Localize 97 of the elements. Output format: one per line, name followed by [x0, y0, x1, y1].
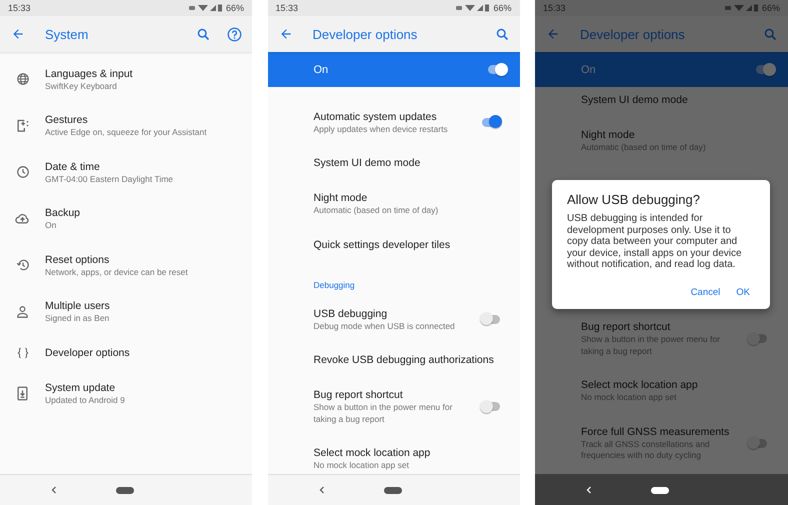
setting-summary: Automatic (based on time of day) — [314, 205, 440, 216]
toggle-switch[interactable] — [482, 118, 500, 127]
setting-title: Reset options — [45, 252, 110, 266]
setting-summary: No mock location app set — [314, 460, 410, 472]
setting-title: Developer options — [45, 346, 131, 360]
back-arrow-icon[interactable] — [11, 27, 25, 41]
screen-title: System — [45, 26, 90, 42]
setting-title: Languages & input — [45, 66, 134, 80]
toggle-switch[interactable] — [756, 65, 774, 74]
setting-title: Bug report shortcut — [581, 320, 672, 334]
setting-summary: Apply updates when device restarts — [314, 124, 449, 135]
setting-title: Revoke USB debugging authorizations — [314, 353, 495, 367]
setting-summary: Updated to Android 9 — [45, 394, 126, 406]
battery-level: 66% — [493, 3, 512, 13]
history-icon — [16, 258, 30, 272]
dialog-message: USB debugging is intended for development purposes only. Use it to copy data between your computer and your device, install apps on your device without notification, and read log data. — [567, 213, 743, 270]
toggle-switch[interactable] — [749, 334, 767, 343]
setting-title: System update — [45, 380, 116, 394]
section-header: Debugging — [312, 279, 356, 292]
home-button[interactable] — [651, 486, 669, 494]
back-chevron-icon[interactable] — [318, 486, 326, 494]
setting-summary: Active Edge on, squeeze for your Assistant — [45, 127, 208, 138]
settings-item[interactable]: Backup On — [0, 196, 252, 242]
back-chevron-icon[interactable] — [50, 486, 58, 494]
setting-title: Bug report shortcut — [314, 388, 404, 402]
settings-item[interactable]: Developer options — [0, 335, 252, 370]
toggle-switch[interactable] — [482, 314, 500, 324]
setting-title: Backup — [45, 206, 82, 220]
setting-title: Night mode — [314, 191, 368, 205]
settings-item[interactable]: Reset options Network, apps, or device can be reset — [0, 242, 252, 288]
settings-item[interactable]: Select mock location app No mock location app set — [268, 436, 520, 474]
setting-summary: GMT-04:00 Eastern Daylight Time — [45, 174, 174, 185]
toggle-switch[interactable] — [488, 65, 506, 74]
search-icon[interactable] — [763, 26, 778, 42]
setting-title: Select mock location app — [581, 378, 699, 392]
status-icons — [188, 4, 223, 12]
settings-item[interactable]: Automatic system updates Apply updates when device restarts — [268, 99, 520, 146]
settings-item[interactable]: Multiple users Signed in as Ben — [0, 288, 252, 335]
clock-icon — [16, 165, 30, 180]
settings-item[interactable]: System UI demo mode — [268, 146, 520, 180]
dialog-button[interactable]: Cancel — [684, 284, 726, 301]
status-icons — [724, 4, 759, 12]
setting-title: Select mock location app — [314, 446, 432, 460]
settings-item[interactable]: Gestures Active Edge on, squeeze for your Assistant — [0, 102, 252, 149]
toggle-switch[interactable] — [482, 402, 500, 411]
phone-sparkle-icon — [15, 118, 30, 134]
globe-icon — [16, 72, 30, 86]
settings-item[interactable]: Languages & input SwiftKey Keyboard — [0, 56, 252, 102]
setting-summary: Signed in as Ben — [45, 313, 110, 324]
search-icon[interactable] — [196, 26, 211, 42]
status-time: 15:33 — [8, 3, 31, 13]
setting-title: System UI demo mode — [314, 156, 422, 170]
battery-level: 66% — [226, 3, 244, 13]
home-button[interactable] — [384, 486, 402, 494]
status-time: 15:33 — [276, 3, 298, 13]
setting-title: Multiple users — [45, 299, 111, 313]
settings-item[interactable]: Quick settings developer tiles — [268, 227, 520, 262]
setting-title: USB debugging — [314, 306, 388, 320]
setting-title: System UI demo mode — [581, 92, 689, 106]
setting-title: Night mode — [581, 128, 636, 142]
braces-icon — [16, 346, 30, 360]
screen-title: Developer options — [312, 26, 418, 42]
setting-title: Force full GNSS measurements — [581, 424, 730, 438]
master-switch-label: On — [314, 64, 328, 76]
setting-summary: On — [45, 220, 58, 232]
toggle-switch[interactable] — [749, 438, 767, 448]
battery-level: 66% — [762, 3, 780, 13]
setting-title: Quick settings developer tiles — [314, 238, 452, 252]
setting-title: Gestures — [45, 113, 89, 127]
status-time: 15:33 — [543, 3, 566, 13]
setting-title: Date & time — [45, 160, 101, 174]
settings-item[interactable]: Revoke USB debugging authorizations — [268, 342, 520, 378]
phone-download-icon — [16, 386, 29, 401]
status-icons — [456, 4, 490, 12]
search-icon[interactable] — [494, 26, 510, 42]
home-button[interactable] — [116, 486, 134, 494]
help-icon[interactable] — [227, 26, 242, 42]
setting-summary: Debug mode when USB is connected — [314, 320, 456, 332]
setting-summary: SwiftKey Keyboard — [45, 80, 118, 92]
back-arrow-icon[interactable] — [546, 27, 560, 41]
person-icon — [16, 304, 29, 319]
back-arrow-icon[interactable] — [278, 27, 292, 41]
dialog-title: Allow USB debugging? — [567, 192, 701, 207]
screen-title: Developer options — [580, 26, 686, 42]
setting-summary: Network, apps, or device can be reset — [45, 266, 189, 278]
settings-item[interactable]: Night mode Automatic (based on time of day) — [268, 180, 520, 227]
settings-item[interactable]: Bug report shortcut Show a button in the power menu for taking a bug report — [268, 378, 520, 436]
back-chevron-icon[interactable] — [585, 486, 593, 494]
dialog-button[interactable]: OK — [730, 284, 756, 301]
cloud-upload-icon — [15, 212, 30, 226]
setting-title: Automatic system updates — [314, 110, 438, 124]
setting-summary: Show a button in the power menu for taking a bug report — [314, 402, 454, 425]
settings-item[interactable]: Date & time GMT-04:00 Eastern Daylight Time — [0, 149, 252, 196]
settings-item[interactable]: USB debugging Debug mode when USB is connected — [268, 296, 520, 342]
master-switch-label: On — [581, 64, 596, 76]
master-switch-bar[interactable]: On — [268, 52, 520, 87]
settings-item[interactable]: System update Updated to Android 9 — [0, 370, 252, 416]
